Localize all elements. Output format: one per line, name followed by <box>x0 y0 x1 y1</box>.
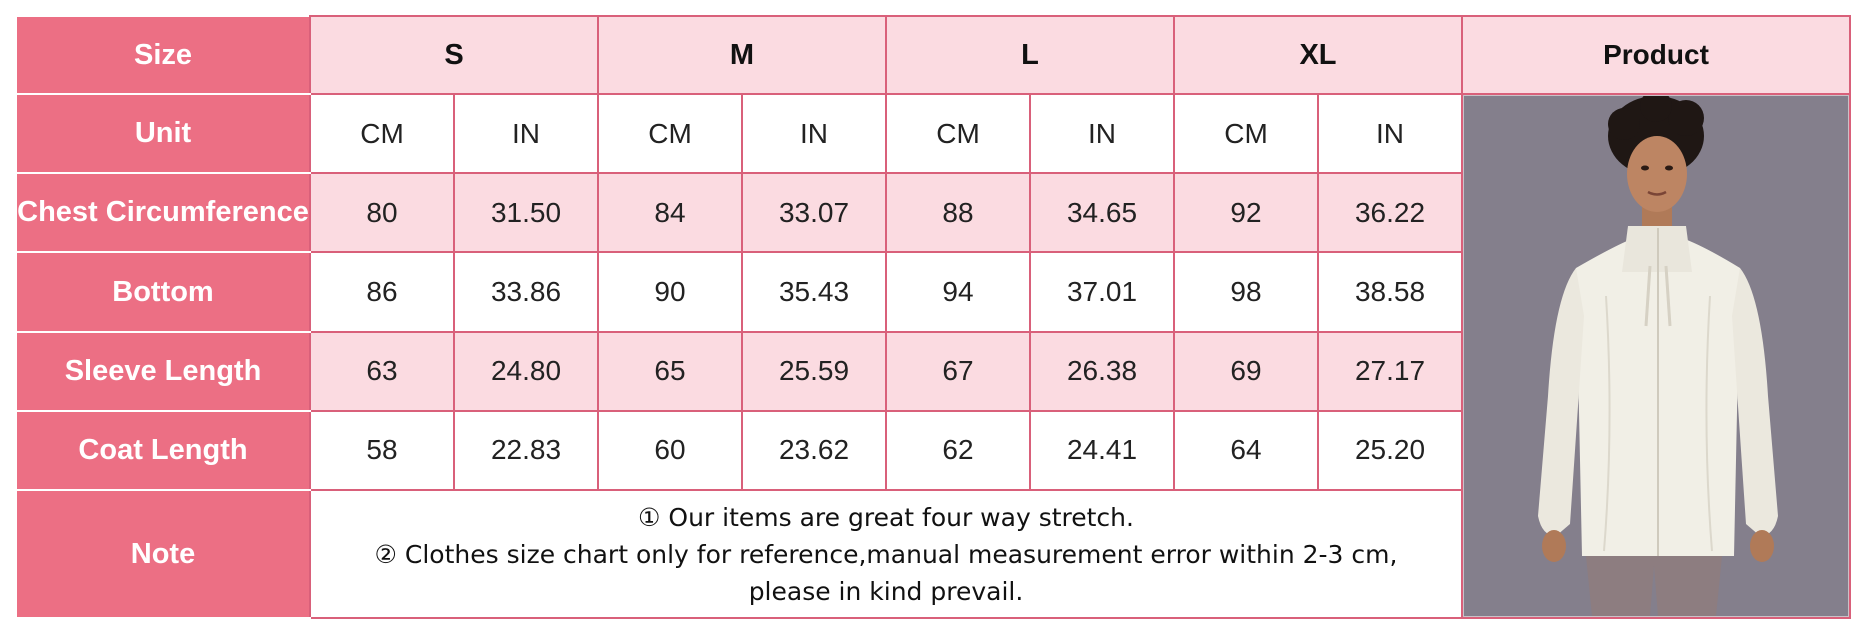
value-cell: 34.65 <box>1029 172 1175 254</box>
value-cell: 90 <box>597 251 743 333</box>
value-cell: 22.83 <box>453 409 599 492</box>
size-row: Size S M L XL Product <box>15 15 1851 95</box>
size-row-header: Size <box>15 15 311 95</box>
note-row-header: Note <box>15 489 311 619</box>
value-cell: 24.41 <box>1029 409 1175 492</box>
product-photo <box>1463 95 1849 617</box>
value-cell: 24.80 <box>453 330 599 412</box>
value-cell: 58 <box>309 409 455 492</box>
value-cell: 37.01 <box>1029 251 1175 333</box>
unit-row-header: Unit <box>15 92 311 175</box>
size-s-header: S <box>309 15 599 95</box>
unit-row: Unit CM IN CM IN CM IN CM IN <box>15 92 1851 619</box>
unit-cell: IN <box>1317 92 1463 175</box>
note-line: ② Clothes size chart only for reference,… <box>374 539 1398 569</box>
note-text-cell: ① Our items are great four way stretch. … <box>309 489 1463 619</box>
value-cell: 84 <box>597 172 743 254</box>
unit-cell: CM <box>1173 92 1319 175</box>
sleeve-row-header: Sleeve Length <box>15 330 311 412</box>
product-photo-cell <box>1461 93 1851 619</box>
value-cell: 65 <box>597 330 743 412</box>
value-cell: 36.22 <box>1317 172 1463 254</box>
unit-cell: IN <box>741 92 887 175</box>
value-cell: 63 <box>309 330 455 412</box>
unit-cell: CM <box>885 92 1031 175</box>
note-line: ① Our items are great four way stretch. <box>638 502 1134 532</box>
unit-cell: IN <box>453 92 599 175</box>
unit-cell: CM <box>597 92 743 175</box>
value-cell: 80 <box>309 172 455 254</box>
value-cell: 98 <box>1173 251 1319 333</box>
value-cell: 25.59 <box>741 330 887 412</box>
value-cell: 92 <box>1173 172 1319 254</box>
value-cell: 62 <box>885 409 1031 492</box>
value-cell: 26.38 <box>1029 330 1175 412</box>
value-cell: 64 <box>1173 409 1319 492</box>
size-chart-table: Size S M L XL Product Unit CM IN CM IN C… <box>15 15 1851 619</box>
value-cell: 33.07 <box>741 172 887 254</box>
value-cell: 69 <box>1173 330 1319 412</box>
value-cell: 60 <box>597 409 743 492</box>
size-m-header: M <box>597 15 887 95</box>
size-xl-header: XL <box>1173 15 1463 95</box>
value-cell: 88 <box>885 172 1031 254</box>
value-cell: 67 <box>885 330 1031 412</box>
unit-cell: CM <box>309 92 455 175</box>
value-cell: 33.86 <box>453 251 599 333</box>
value-cell: 25.20 <box>1317 409 1463 492</box>
product-header: Product <box>1461 15 1851 95</box>
note-line: please in kind prevail. <box>748 576 1024 606</box>
size-l-header: L <box>885 15 1175 95</box>
chest-row-header: Chest Circumference <box>15 172 311 254</box>
value-cell: 38.58 <box>1317 251 1463 333</box>
unit-cell: IN <box>1029 92 1175 175</box>
value-cell: 27.17 <box>1317 330 1463 412</box>
value-cell: 23.62 <box>741 409 887 492</box>
model-in-white-jacket-image <box>1464 96 1848 616</box>
bottom-row-header: Bottom <box>15 251 311 333</box>
value-cell: 31.50 <box>453 172 599 254</box>
value-cell: 35.43 <box>741 251 887 333</box>
value-cell: 94 <box>885 251 1031 333</box>
value-cell: 86 <box>309 251 455 333</box>
coat-length-row-header: Coat Length <box>15 409 311 492</box>
